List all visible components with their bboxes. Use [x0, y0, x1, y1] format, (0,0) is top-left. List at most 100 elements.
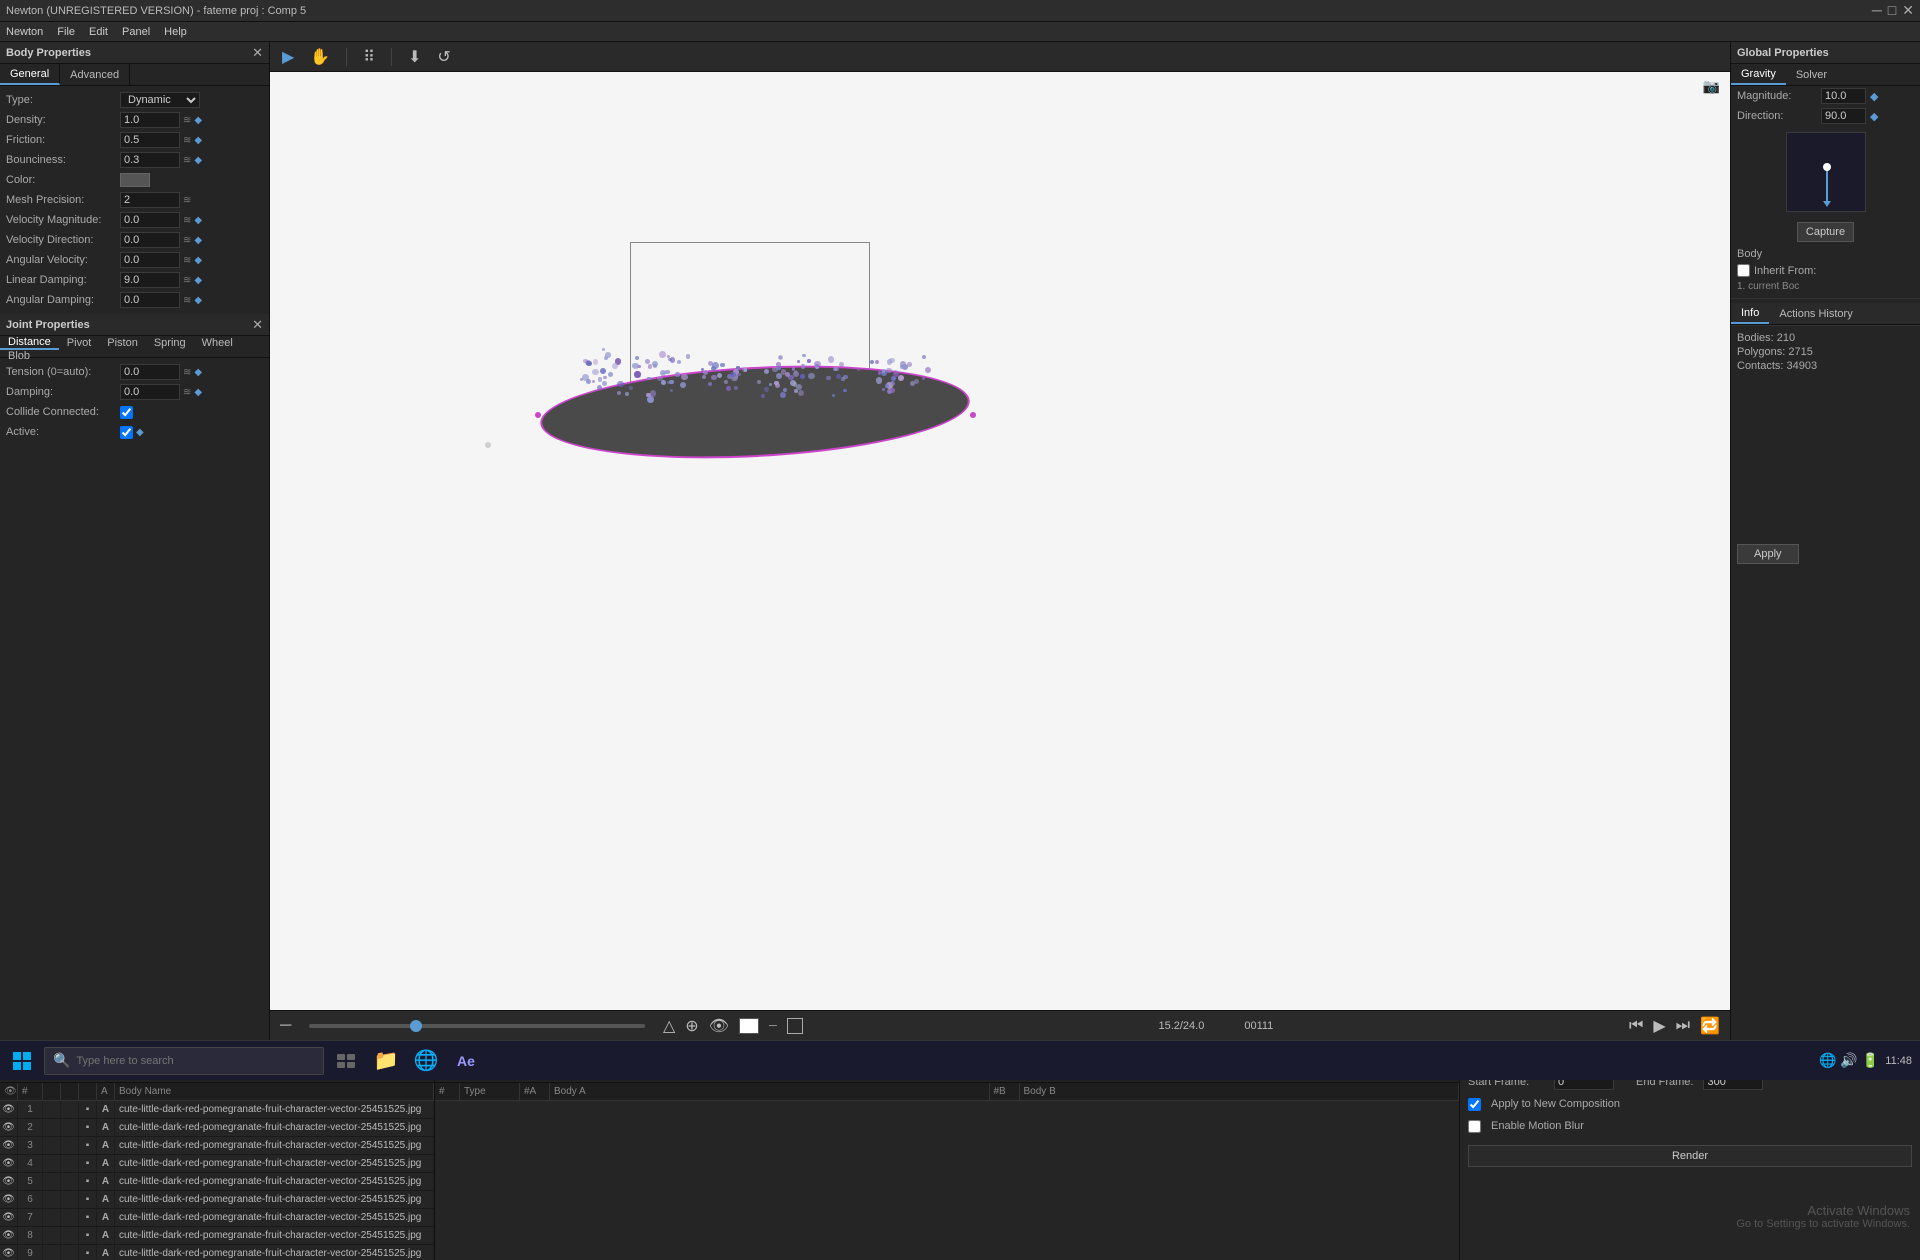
loop-btn[interactable]: 🔁 [1700, 1016, 1720, 1036]
ang-vel-icon2[interactable]: ◆ [194, 255, 202, 266]
taskbar-search[interactable]: 🔍 [44, 1047, 324, 1075]
zoom-in-btn[interactable]: ⊕ [685, 1016, 698, 1036]
tab-piston[interactable]: Piston [99, 336, 146, 350]
density-input[interactable] [120, 112, 180, 128]
type-dropdown[interactable]: Dynamic [120, 92, 200, 108]
capture-button[interactable]: Capture [1797, 222, 1854, 242]
skip-start-btn[interactable]: ⏮ [1629, 1017, 1643, 1035]
magnitude-input[interactable] [1821, 88, 1866, 104]
table-row[interactable]: 👁 6 ▪ A cute-little-dark-red-pomegranate… [0, 1191, 434, 1209]
bounciness-icon2[interactable]: ◆ [194, 155, 202, 166]
table-row[interactable]: 👁 4 ▪ A cute-little-dark-red-pomegranate… [0, 1155, 434, 1173]
select-tool[interactable]: ▶ [278, 45, 298, 69]
shape-swatch[interactable] [787, 1018, 803, 1034]
vel-mag-icon2[interactable]: ◆ [194, 215, 202, 226]
table-row[interactable]: 👁 5 ▪ A cute-little-dark-red-pomegranate… [0, 1173, 434, 1191]
ang-damp-input[interactable] [120, 292, 180, 308]
collide-checkbox[interactable] [120, 406, 133, 419]
search-input[interactable] [76, 1055, 315, 1067]
file-explorer-btn[interactable]: 📁 [368, 1043, 404, 1079]
ang-damp-icon2[interactable]: ◆ [194, 295, 202, 306]
start-button[interactable] [4, 1043, 40, 1079]
density-icon2[interactable]: ◆ [194, 115, 202, 126]
lin-damp-input[interactable] [120, 272, 180, 288]
ang-damp-icon1[interactable]: ≋ [183, 295, 191, 306]
mesh-input[interactable] [120, 192, 180, 208]
tab-pivot[interactable]: Pivot [59, 336, 99, 350]
damping-icon1[interactable]: ≋ [183, 387, 191, 398]
active-checkbox[interactable] [120, 426, 133, 439]
table-row[interactable]: 👁 7 ▪ A cute-little-dark-red-pomegranate… [0, 1209, 434, 1227]
table-row[interactable]: 👁 8 ▪ A cute-little-dark-red-pomegranate… [0, 1227, 434, 1245]
apply-new-checkbox[interactable] [1468, 1098, 1481, 1111]
vel-dir-input[interactable] [120, 232, 180, 248]
canvas-area[interactable]: 📷 [270, 72, 1730, 1010]
bodies-table-body[interactable]: 👁 1 ▪ A cute-little-dark-red-pomegranate… [0, 1101, 434, 1260]
tab-blob[interactable]: Blob [0, 350, 38, 362]
tension-icon1[interactable]: ≋ [183, 367, 191, 378]
camera-icon[interactable]: 📷 [1703, 78, 1720, 95]
play-btn[interactable]: ▶ [1653, 1016, 1665, 1036]
magnitude-link[interactable]: ◆ [1870, 90, 1878, 103]
tab-spring[interactable]: Spring [146, 336, 194, 350]
friction-icon2[interactable]: ◆ [194, 135, 202, 146]
battery-icon[interactable]: 🔋 [1862, 1052, 1879, 1069]
lin-damp-icon1[interactable]: ≋ [183, 275, 191, 286]
tab-actions-history[interactable]: Actions History [1769, 303, 1862, 324]
ang-vel-icon1[interactable]: ≋ [183, 255, 191, 266]
tab-solver[interactable]: Solver [1786, 64, 1837, 85]
zoom-handle[interactable] [410, 1020, 422, 1032]
maximize-btn[interactable]: □ [1888, 2, 1896, 19]
eye-toggle[interactable]: 👁 [709, 1016, 729, 1036]
vel-mag-input[interactable] [120, 212, 180, 228]
direction-link[interactable]: ◆ [1870, 110, 1878, 123]
step-btn[interactable]: ⏭ [1676, 1017, 1690, 1035]
render-button[interactable]: Render [1468, 1145, 1912, 1167]
menu-help[interactable]: Help [164, 26, 187, 38]
friction-input[interactable] [120, 132, 180, 148]
task-view-btn[interactable] [328, 1043, 364, 1079]
lin-damp-icon2[interactable]: ◆ [194, 275, 202, 286]
ae-btn[interactable]: Ae [448, 1043, 484, 1079]
bounciness-input[interactable] [120, 152, 180, 168]
zoom-out-btn[interactable]: ─ [280, 1017, 291, 1035]
menu-panel[interactable]: Panel [122, 26, 150, 38]
table-row[interactable]: 👁 1 ▪ A cute-little-dark-red-pomegranate… [0, 1101, 434, 1119]
table-row[interactable]: 👁 3 ▪ A cute-little-dark-red-pomegranate… [0, 1137, 434, 1155]
menu-file[interactable]: File [57, 26, 75, 38]
triangle-tool[interactable]: △ [663, 1016, 675, 1036]
volume-icon[interactable]: 🔊 [1840, 1052, 1857, 1069]
direction-input[interactable] [1821, 108, 1866, 124]
menu-newton[interactable]: Newton [6, 26, 43, 38]
density-icon1[interactable]: ≋ [183, 115, 191, 126]
friction-icon1[interactable]: ≋ [183, 135, 191, 146]
color-swatch[interactable] [120, 173, 150, 187]
active-icon[interactable]: ◆ [136, 427, 144, 438]
damping-icon2[interactable]: ◆ [194, 387, 202, 398]
vel-dir-icon1[interactable]: ≋ [183, 235, 191, 246]
mesh-icon1[interactable]: ≋ [183, 195, 191, 206]
damping-input[interactable] [120, 384, 180, 400]
tab-advanced[interactable]: Advanced [60, 64, 130, 85]
hand-tool[interactable]: ✋ [306, 45, 334, 69]
tab-general[interactable]: General [0, 64, 60, 85]
network-icon[interactable]: 🌐 [1819, 1052, 1836, 1069]
joint-properties-close[interactable]: ✕ [252, 317, 263, 333]
zoom-slider[interactable] [309, 1024, 645, 1028]
color-swatch-tl[interactable] [739, 1018, 759, 1034]
motion-blur-checkbox[interactable] [1468, 1120, 1481, 1133]
tab-distance[interactable]: Distance [0, 336, 59, 350]
apply-button[interactable]: Apply [1737, 544, 1799, 564]
tab-info[interactable]: Info [1731, 303, 1769, 324]
tab-wheel[interactable]: Wheel [194, 336, 241, 350]
refresh-tool[interactable]: ↺ [433, 45, 454, 69]
grid-tool[interactable]: ⠿ [359, 45, 379, 69]
ang-vel-input[interactable] [120, 252, 180, 268]
minimize-btn[interactable]: ─ [1872, 2, 1882, 19]
down-tool[interactable]: ⬇ [404, 45, 425, 69]
body-properties-close[interactable]: ✕ [252, 45, 263, 61]
vel-dir-icon2[interactable]: ◆ [194, 235, 202, 246]
vel-mag-icon1[interactable]: ≋ [183, 215, 191, 226]
edge-btn[interactable]: 🌐 [408, 1043, 444, 1079]
table-row[interactable]: 👁 2 ▪ A cute-little-dark-red-pomegranate… [0, 1119, 434, 1137]
